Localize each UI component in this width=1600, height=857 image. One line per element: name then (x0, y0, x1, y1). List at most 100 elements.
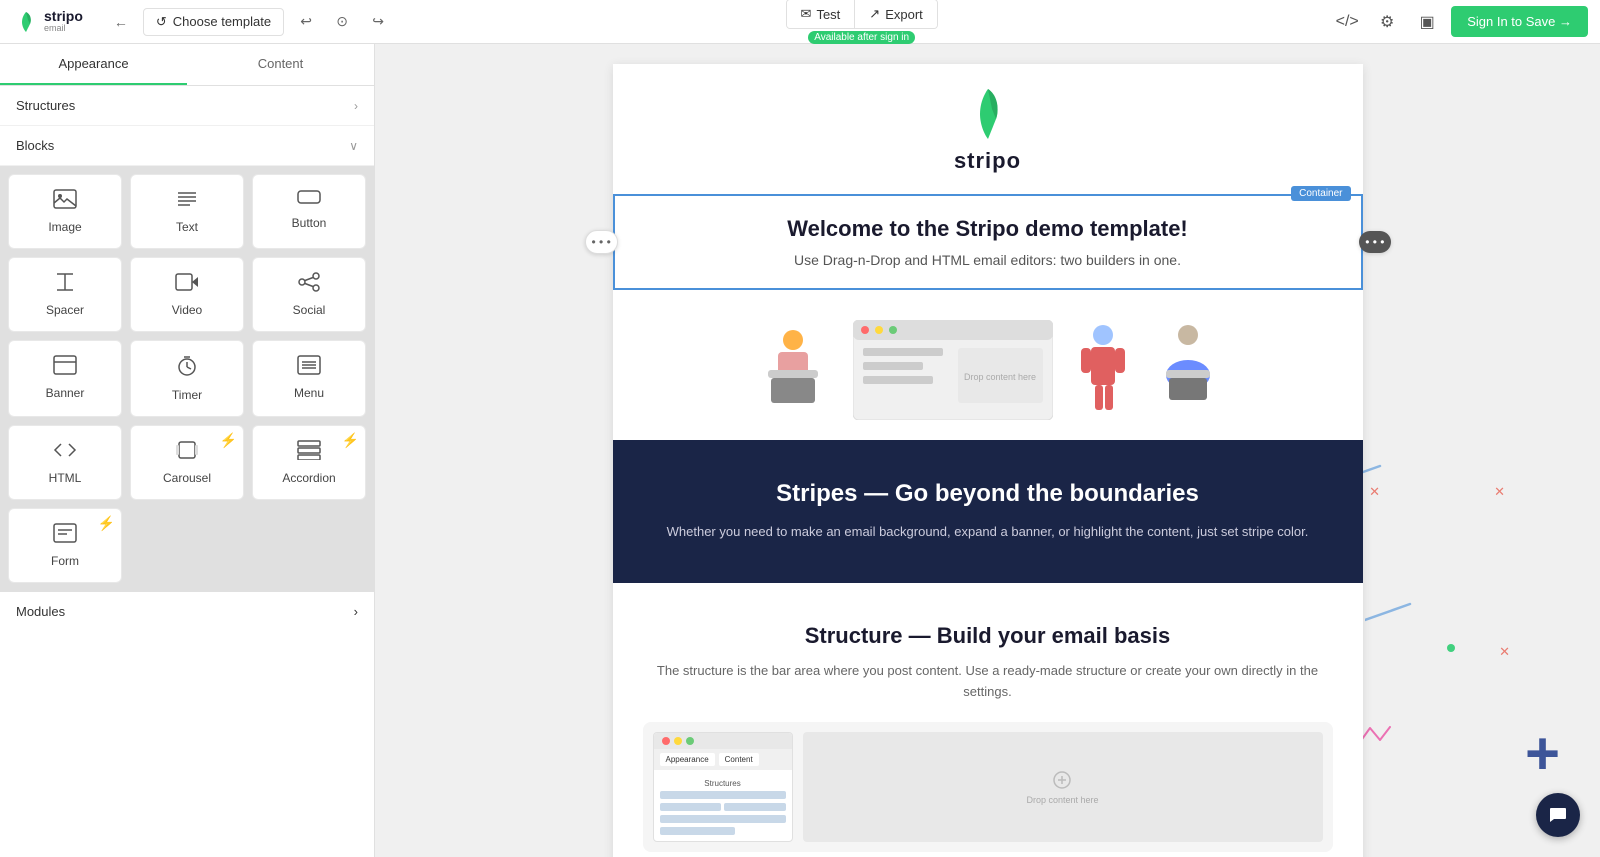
social-block-icon (297, 272, 321, 297)
tab-appearance[interactable]: Appearance (0, 44, 187, 85)
left-panel: Appearance Content Structures › Blocks ∨… (0, 44, 375, 857)
decoration-plus-2: + (1525, 724, 1560, 784)
test-button[interactable]: ✉ Test (787, 0, 856, 28)
structure-title: Structure — Build your email basis (643, 623, 1333, 649)
decoration-cross-7: ✕ (1499, 644, 1510, 660)
back-button[interactable]: ← (107, 8, 135, 36)
device-preview-button[interactable]: ▣ (1411, 6, 1443, 38)
mini-row-split-2 (724, 803, 786, 811)
illustration-browser: Drop content here (853, 320, 1053, 420)
block-text[interactable]: Text (130, 174, 244, 249)
logo: stripo email (12, 8, 83, 36)
nav-arrows: ← (107, 8, 135, 36)
test-export-group: ✉ Test ↗ Export Available after sign in (786, 0, 938, 44)
chat-bubble-button[interactable] (1536, 793, 1580, 837)
structure-subtitle: The structure is the bar area where you … (643, 661, 1333, 703)
menu-block-label: Menu (294, 386, 324, 400)
modules-section-header[interactable]: Modules › (0, 592, 374, 631)
stripe-subtitle: Whether you need to make an email backgr… (643, 522, 1333, 543)
form-block-icon (53, 523, 77, 548)
code-icon: </> (1336, 13, 1359, 31)
html-block-icon (53, 440, 77, 465)
mini-dot-green (686, 737, 694, 745)
canvas-area[interactable]: ✕ ✕ ✕ ✕ ✕ ✕ ✕ ✕ + + (375, 44, 1600, 857)
logo-text: stripo (44, 9, 83, 24)
chat-icon (1548, 805, 1568, 825)
export-label: Export (885, 7, 923, 22)
modules-label: Modules (16, 604, 65, 619)
mini-row-3 (660, 827, 736, 835)
mini-tab-bar: Appearance Content (654, 749, 792, 770)
mini-row-2 (660, 815, 786, 823)
sign-in-button[interactable]: Sign In to Save → (1451, 6, 1588, 37)
right-dots-menu[interactable]: • • • (1359, 231, 1390, 253)
structures-chevron: › (354, 99, 358, 113)
social-block-label: Social (293, 303, 326, 317)
logo-subtext: email (44, 24, 83, 34)
block-video[interactable]: Video (130, 257, 244, 332)
button-block-label: Button (292, 216, 327, 230)
banner-block-icon (53, 355, 77, 380)
block-carousel[interactable]: Carousel ⚡ (130, 425, 244, 500)
illustration-section: Drop content here (613, 290, 1363, 440)
block-social[interactable]: Social (252, 257, 366, 332)
history-icon: ⊙ (336, 13, 348, 30)
modules-chevron: › (354, 604, 358, 619)
block-form[interactable]: Form ⚡ (8, 508, 122, 583)
welcome-section[interactable]: Container • • • • • • Welcome to the Str… (613, 194, 1363, 290)
choose-template-button[interactable]: ↺ Choose template (143, 8, 284, 36)
email-stripo-logo-icon (958, 84, 1018, 144)
settings-button[interactable]: ⚙ (1371, 6, 1403, 38)
block-banner[interactable]: Banner (8, 340, 122, 417)
mini-row-1 (660, 791, 786, 799)
stripe-title: Stripes — Go beyond the boundaries (643, 480, 1333, 508)
video-block-icon (175, 272, 199, 297)
block-timer[interactable]: Timer (130, 340, 244, 417)
tab-content[interactable]: Content (187, 44, 374, 85)
welcome-subtitle: Use Drag-n-Drop and HTML email editors: … (655, 252, 1321, 268)
block-button[interactable]: Button (252, 174, 366, 249)
blocks-section-header[interactable]: Blocks ∨ (0, 126, 374, 166)
export-button[interactable]: ↗ Export (855, 0, 936, 28)
test-export-buttons: ✉ Test ↗ Export (786, 0, 938, 29)
mini-row-split-1 (660, 803, 722, 811)
carousel-badge: ⚡ (220, 432, 237, 449)
block-html[interactable]: HTML (8, 425, 122, 500)
mini-drop-icon (1052, 770, 1072, 790)
email-logo-area: stripo (613, 64, 1363, 194)
decoration-cross-5: ✕ (1369, 484, 1380, 500)
spacer-block-label: Spacer (46, 303, 84, 317)
illustration-person-1 (753, 320, 833, 420)
refresh-icon: ↺ (156, 14, 167, 30)
code-view-button[interactable]: </> (1331, 6, 1363, 38)
illustration-person-3 (1153, 320, 1223, 420)
choose-template-label: Choose template (173, 14, 271, 29)
block-accordion[interactable]: Accordion ⚡ (252, 425, 366, 500)
test-label: Test (816, 7, 840, 22)
redo-button[interactable]: ↪ (364, 8, 392, 36)
undo-button[interactable]: ↩ (292, 8, 320, 36)
left-dots-menu[interactable]: • • • (585, 230, 618, 254)
email-stripo-text: stripo (954, 148, 1021, 174)
block-spacer[interactable]: Spacer (8, 257, 122, 332)
decoration-dot-green (1447, 644, 1455, 652)
accordion-block-icon (297, 440, 321, 465)
mini-canvas-area: Drop content here (803, 732, 1323, 842)
mini-structures-label: Structures (660, 776, 786, 791)
menu-block-icon (297, 355, 321, 380)
mini-drop-area: Drop content here (1026, 770, 1098, 805)
structures-section-header[interactable]: Structures › (0, 86, 374, 126)
html-block-label: HTML (49, 471, 82, 485)
history-button[interactable]: ⊙ (328, 8, 356, 36)
block-menu[interactable]: Menu (252, 340, 366, 417)
back-icon: ← (114, 14, 128, 30)
container-label: Container (1291, 186, 1350, 201)
timer-block-icon (176, 355, 198, 382)
form-badge: ⚡ (98, 515, 115, 532)
mini-drop-text: Drop content here (1026, 795, 1098, 805)
panel-tabs: Appearance Content (0, 44, 374, 86)
block-image[interactable]: Image (8, 174, 122, 249)
mini-dot-yellow (674, 737, 682, 745)
top-navigation: stripo email ← ↺ Choose template ↩ ⊙ ↪ ✉… (0, 0, 1600, 44)
stripo-logo-icon (12, 8, 40, 36)
